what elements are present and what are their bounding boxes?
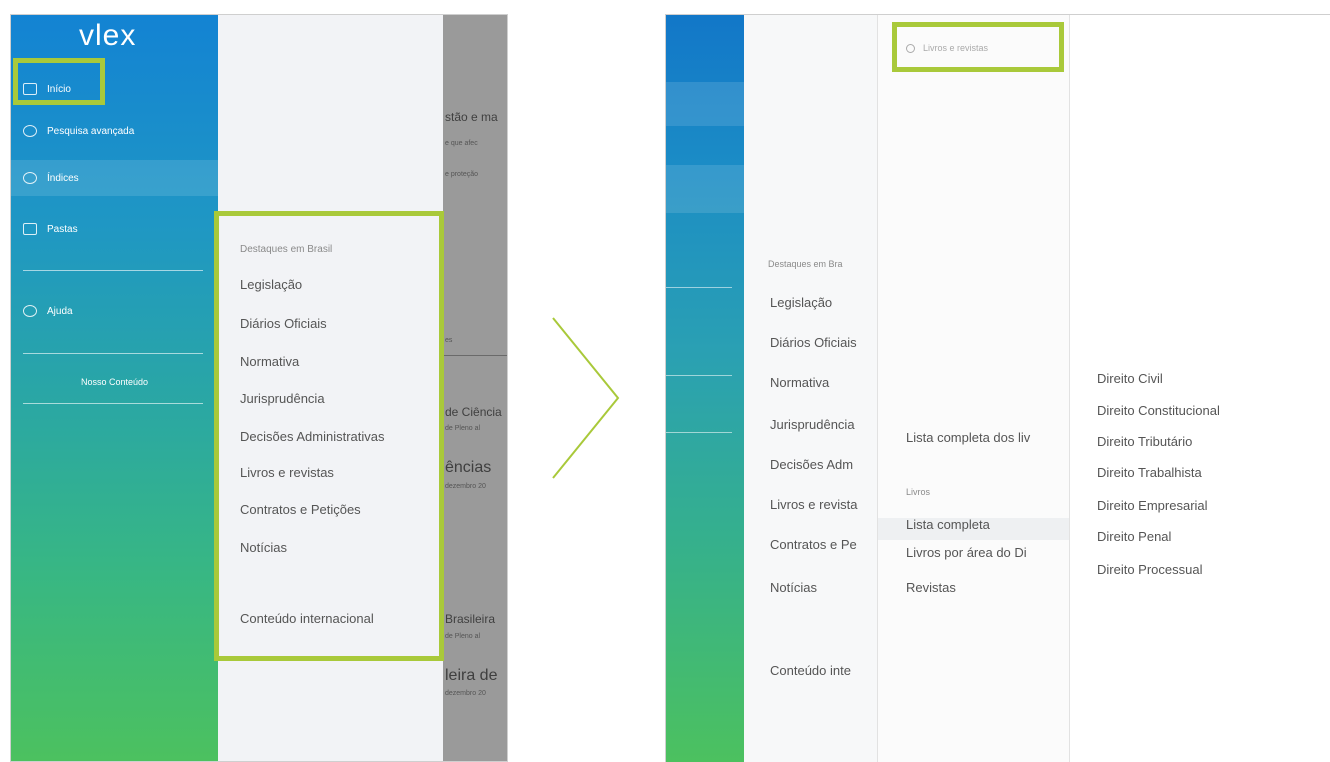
search-placeholder: Livros e revistas xyxy=(923,43,989,53)
section-title: Destaques em Bra xyxy=(768,259,843,269)
livros-column: Livros e revistas Lista completa dos liv… xyxy=(878,15,1070,762)
our-content-link[interactable]: Nosso Conteúdo xyxy=(11,377,218,387)
sidebar-divider xyxy=(666,375,732,376)
menu-item-livros-e-revistas[interactable]: Livros e revistas xyxy=(240,465,334,480)
menu-item-diarios-oficiais[interactable]: Diários Oficiais xyxy=(770,335,857,350)
menu-item-direito-constitucional[interactable]: Direito Constitucional xyxy=(1097,403,1220,418)
menu-item-decisoes-administrativas[interactable]: Decisões Adm xyxy=(770,457,853,472)
overlay-snippet: stão e ma xyxy=(445,110,498,124)
nav-item-label: Pesquisa avançada xyxy=(47,125,135,137)
menu-item-livros-e-revistas[interactable]: Livros e revista xyxy=(770,497,857,512)
menu-item-lista-completa[interactable]: Lista completa xyxy=(906,517,990,532)
help-icon xyxy=(23,305,37,317)
overlay-snippet: de Pleno al xyxy=(445,425,481,432)
menu-item-contratos-e-peticoes[interactable]: Contratos e Petições xyxy=(240,502,361,517)
menu-item-direito-trabalhista[interactable]: Direito Trabalhista xyxy=(1097,465,1202,480)
menu-item-conteudo-internacional[interactable]: Conteúdo inte xyxy=(770,663,851,678)
menu-item-contratos-e-peticoes[interactable]: Contratos e Pe xyxy=(770,537,857,552)
nav-item-advanced-search[interactable]: Pesquisa avançada xyxy=(11,113,218,149)
nav-item-label: Ajuda xyxy=(47,305,73,317)
nav-item-label: Início xyxy=(47,83,71,95)
nav-item-label: Pastas xyxy=(47,223,78,235)
nav-item-help[interactable]: Ajuda xyxy=(11,293,218,329)
overlay-snippet: e proteção xyxy=(445,171,479,178)
nav-item-indexes[interactable]: Índices xyxy=(11,160,218,196)
overlay-divider xyxy=(443,355,507,356)
overlay-snippet: de Ciência xyxy=(445,405,502,419)
sidebar-divider xyxy=(666,432,732,433)
nav-item-home[interactable]: Início xyxy=(11,71,218,107)
right-screenshot-panel: Destaques em Bra Legislação Diários Ofic… xyxy=(665,14,1330,762)
menu-item-normativa[interactable]: Normativa xyxy=(770,375,829,390)
overlay-snippet: dezembro 20 xyxy=(445,483,486,490)
dimmed-content-overlay: stão e ma e que afec e proteção es de Ci… xyxy=(443,15,507,761)
menu-item-decisoes-administrativas[interactable]: Decisões Administrativas xyxy=(240,429,385,444)
sidebar: vlex Início Pesquisa avançada Índices Pa… xyxy=(11,15,218,761)
menu-item-jurisprudencia[interactable]: Jurisprudência xyxy=(240,391,325,406)
menu-item-noticias[interactable]: Notícias xyxy=(770,580,817,595)
search-icon xyxy=(23,125,37,137)
menu-item-jurisprudencia[interactable]: Jurisprudência xyxy=(770,417,855,432)
overlay-snippet: Brasileira xyxy=(445,612,496,626)
sidebar-divider xyxy=(666,287,732,288)
menu-item-normativa[interactable]: Normativa xyxy=(240,354,299,369)
menu-item-direito-civil[interactable]: Direito Civil xyxy=(1097,371,1163,386)
menu-item-direito-penal[interactable]: Direito Penal xyxy=(1097,529,1171,544)
vlex-logo: vlex xyxy=(79,19,137,52)
overlay-snippet: ências xyxy=(445,459,492,476)
left-screenshot-panel: vlex Início Pesquisa avançada Índices Pa… xyxy=(10,14,508,762)
menu-item-direito-tributario[interactable]: Direito Tributário xyxy=(1097,434,1192,449)
sidebar-divider xyxy=(23,270,203,271)
folder-icon xyxy=(23,223,37,235)
menu-item-livros-por-area[interactable]: Livros por área do Di xyxy=(906,545,1027,560)
overlay-snippet: e que afec xyxy=(445,140,478,147)
menu-item-legislacao[interactable]: Legislação xyxy=(240,277,302,292)
nav-item-label: Índices xyxy=(47,172,79,184)
menu-item-direito-processual[interactable]: Direito Processual xyxy=(1097,562,1203,577)
home-icon xyxy=(23,83,37,95)
search-icon xyxy=(906,43,915,53)
section-title: Livros xyxy=(906,487,931,497)
area-column: Direito Civil Direito Constitucional Dir… xyxy=(1070,15,1330,762)
menu-column: Destaques em Brasil Legislação Diários O… xyxy=(218,15,443,761)
section-title: Destaques em Brasil xyxy=(240,244,333,255)
overlay-snippet: leira de xyxy=(445,667,498,684)
menu-item-legislacao[interactable]: Legislação xyxy=(770,295,832,310)
menu-column: Destaques em Bra Legislação Diários Ofic… xyxy=(744,15,878,762)
overlay-snippet: es xyxy=(445,337,453,344)
menu-item-direito-empresarial[interactable]: Direito Empresarial xyxy=(1097,498,1208,513)
sidebar-divider xyxy=(23,403,203,404)
menu-item-diarios-oficiais[interactable]: Diários Oficiais xyxy=(240,316,327,331)
menu-item-noticias[interactable]: Notícias xyxy=(240,540,287,555)
full-list-link[interactable]: Lista completa dos liv xyxy=(906,430,1030,445)
menu-item-conteudo-internacional[interactable]: Conteúdo internacional xyxy=(240,611,374,626)
overlay-snippet: de Pleno al xyxy=(445,633,481,640)
sidebar-item[interactable] xyxy=(666,165,744,213)
sidebar-item[interactable] xyxy=(666,82,744,126)
chevron-right-icon xyxy=(552,317,620,479)
nav-item-folders[interactable]: Pastas xyxy=(11,211,218,247)
sidebar xyxy=(666,15,744,762)
sidebar-divider xyxy=(23,353,203,354)
search-input[interactable]: Livros e revistas xyxy=(896,33,1056,63)
index-icon xyxy=(23,172,37,184)
menu-item-revistas[interactable]: Revistas xyxy=(906,580,956,595)
overlay-snippet: dezembro 20 xyxy=(445,690,486,697)
